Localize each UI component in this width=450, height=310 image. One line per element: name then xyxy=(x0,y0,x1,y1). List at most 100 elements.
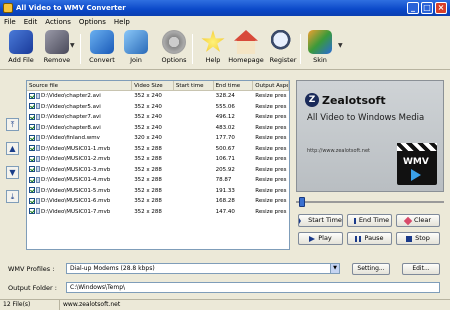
end-time-button[interactable]: End Time xyxy=(347,214,392,227)
table-row[interactable]: D:\Video\chapter5.avi 352 x 240 555.06 Resi… xyxy=(27,102,289,113)
wmv-profile-select[interactable]: Dial-up Modems (28.8 kbps) ▼ xyxy=(66,263,340,274)
table-row[interactable]: D:\Video\finland.wmv 320 x 240 177.70 Resiz… xyxy=(27,133,289,144)
convert-button[interactable]: Convert xyxy=(83,30,121,68)
join-button[interactable]: Join xyxy=(117,30,155,68)
table-row[interactable]: D:\Video\MUSIC01-6.mvb 352 x 288 168.28 Res… xyxy=(27,196,289,207)
maximize-button[interactable]: □ xyxy=(421,2,433,14)
file-name: D:\Video\MUSIC01-5.mvb xyxy=(41,187,111,194)
row-checkbox-icon[interactable] xyxy=(29,176,35,183)
start-time-button[interactable]: Start Time xyxy=(298,214,343,227)
register-magnifier-icon xyxy=(271,30,295,54)
skin-dropdown-icon[interactable]: ▼ xyxy=(338,42,343,49)
row-checkbox-icon[interactable] xyxy=(29,155,35,162)
table-row[interactable]: D:\Video\chapter8.avi 352 x 240 483.02 Resi… xyxy=(27,123,289,134)
move-bottom-icon[interactable]: ⤓ xyxy=(6,190,19,203)
slider-thumb[interactable] xyxy=(299,197,305,207)
table-row[interactable]: D:\Video\MUSIC01-4.mvb 352 x 288 78.87 Resi… xyxy=(27,175,289,186)
cell-video-size: 352 x 240 xyxy=(134,93,162,99)
menu-file[interactable]: File xyxy=(4,18,16,26)
row-checkbox-icon[interactable] xyxy=(29,197,35,204)
file-icon xyxy=(36,176,40,183)
file-icon xyxy=(36,92,40,99)
end-time-icon xyxy=(350,217,356,224)
cell-output-aspect: Resize pres xyxy=(255,177,287,183)
homepage-house-icon xyxy=(234,30,258,54)
row-checkbox-icon[interactable] xyxy=(29,113,35,120)
file-name: D:\Video\chapter5.avi xyxy=(41,103,101,110)
toolbar: Add File Remove ▼ Convert Join Options H… xyxy=(0,28,450,70)
clear-button[interactable]: Clear xyxy=(396,214,440,227)
table-row[interactable]: D:\Video\MUSIC01-5.mvb 352 x 288 191.33 Res… xyxy=(27,186,289,197)
table-row[interactable]: D:\Video\MUSIC01-7.mvb 352 x 288 147.40 Res… xyxy=(27,207,289,218)
menu-options[interactable]: Options xyxy=(79,18,106,26)
menu-help[interactable]: Help xyxy=(114,18,130,26)
setting-button[interactable]: Setting... xyxy=(352,263,390,275)
pause-icon xyxy=(355,235,362,242)
cell-output-aspect: Resize pres xyxy=(255,135,287,141)
pause-button[interactable]: Pause xyxy=(347,232,392,245)
cell-source-file: D:\Video\MUSIC01-7.mvb xyxy=(27,207,132,218)
cell-output-aspect: Resize pres xyxy=(255,93,287,99)
cell-source-file: D:\Video\MUSIC01-5.mvb xyxy=(27,186,132,197)
skin-button[interactable]: Skin xyxy=(301,30,339,68)
options-button[interactable]: Options xyxy=(155,30,193,68)
cell-video-size: 352 x 288 xyxy=(134,198,162,204)
move-down-icon[interactable]: ▼ xyxy=(6,166,19,179)
cell-output-aspect: Resize pres xyxy=(255,145,287,152)
seek-slider[interactable] xyxy=(296,197,444,207)
cell-end-time: 78.87 xyxy=(215,177,232,183)
stop-button[interactable]: Stop xyxy=(396,232,440,245)
file-list-header: Source file Video Size Start time End ti… xyxy=(27,81,289,91)
table-row[interactable]: D:\Video\MUSIC01-3.mvb 352 x 288 205.92 Res… xyxy=(27,165,289,176)
start-time-icon xyxy=(299,217,305,224)
toolbar-separator xyxy=(192,34,193,64)
cell-start-time xyxy=(174,165,214,176)
file-icon xyxy=(36,187,40,193)
row-checkbox-icon[interactable] xyxy=(29,103,35,109)
column-video-size[interactable]: Video Size xyxy=(132,81,174,90)
homepage-button[interactable]: Homepage xyxy=(227,30,265,68)
cell-start-time xyxy=(174,112,214,123)
close-button[interactable]: × xyxy=(435,2,447,14)
move-up-icon[interactable]: ▲ xyxy=(6,142,19,155)
minimize-button[interactable]: _ xyxy=(407,2,419,14)
menu-actions[interactable]: Actions xyxy=(45,18,71,26)
cell-video-size: 352 x 240 xyxy=(134,103,162,110)
register-button[interactable]: Register xyxy=(264,30,302,68)
join-icon xyxy=(124,30,148,54)
row-checkbox-icon[interactable] xyxy=(29,187,35,193)
row-checkbox-icon[interactable] xyxy=(29,166,35,172)
wmv-badge: WMV xyxy=(403,157,429,167)
cell-source-file: D:\Video\MUSIC01-1.mvb xyxy=(27,144,132,155)
chevron-down-icon[interactable]: ▼ xyxy=(330,264,339,273)
column-output-aspect[interactable]: Output Aspe xyxy=(253,81,289,90)
remove-button[interactable]: Remove xyxy=(38,30,76,68)
add-file-button[interactable]: Add File xyxy=(2,30,40,68)
table-row[interactable]: D:\Video\MUSIC01-2.mvb 352 x 288 106.71 Res… xyxy=(27,154,289,165)
cell-start-time xyxy=(174,196,214,207)
menu-edit[interactable]: Edit xyxy=(24,18,38,26)
row-checkbox-icon[interactable] xyxy=(29,124,35,130)
row-checkbox-icon[interactable] xyxy=(29,145,35,151)
column-start-time[interactable]: Start time xyxy=(174,81,214,90)
table-row[interactable]: D:\Video\chapter7.avi 352 x 240 496.12 Resi… xyxy=(27,112,289,123)
row-checkbox-icon[interactable] xyxy=(29,134,35,141)
cell-start-time xyxy=(174,133,214,144)
clapperboard-icon: WMV xyxy=(397,143,437,185)
file-name: D:\Video\MUSIC01-4.mvb xyxy=(41,177,111,183)
move-top-icon[interactable]: ⤒ xyxy=(6,118,19,131)
play-button[interactable]: Play xyxy=(298,232,343,245)
cell-source-file: D:\Video\finland.wmv xyxy=(27,133,132,144)
edit-button[interactable]: Edit... xyxy=(402,263,440,275)
output-folder-field[interactable]: C:\Windows\Temp\ xyxy=(66,282,440,293)
cell-video-size: 352 x 288 xyxy=(134,156,162,162)
file-list[interactable]: Source file Video Size Start time End ti… xyxy=(26,80,290,250)
row-checkbox-icon[interactable] xyxy=(29,92,35,99)
column-source-file[interactable]: Source file xyxy=(27,81,133,90)
table-row[interactable]: D:\Video\chapter2.avi 352 x 240 328.24 Resi… xyxy=(27,91,289,102)
skin-icon xyxy=(308,30,332,54)
row-checkbox-icon[interactable] xyxy=(29,208,35,214)
column-end-time[interactable]: End time xyxy=(214,81,254,90)
remove-dropdown-icon[interactable]: ▼ xyxy=(70,42,75,49)
table-row[interactable]: D:\Video\MUSIC01-1.mvb 352 x 288 500.67 Res… xyxy=(27,144,289,155)
